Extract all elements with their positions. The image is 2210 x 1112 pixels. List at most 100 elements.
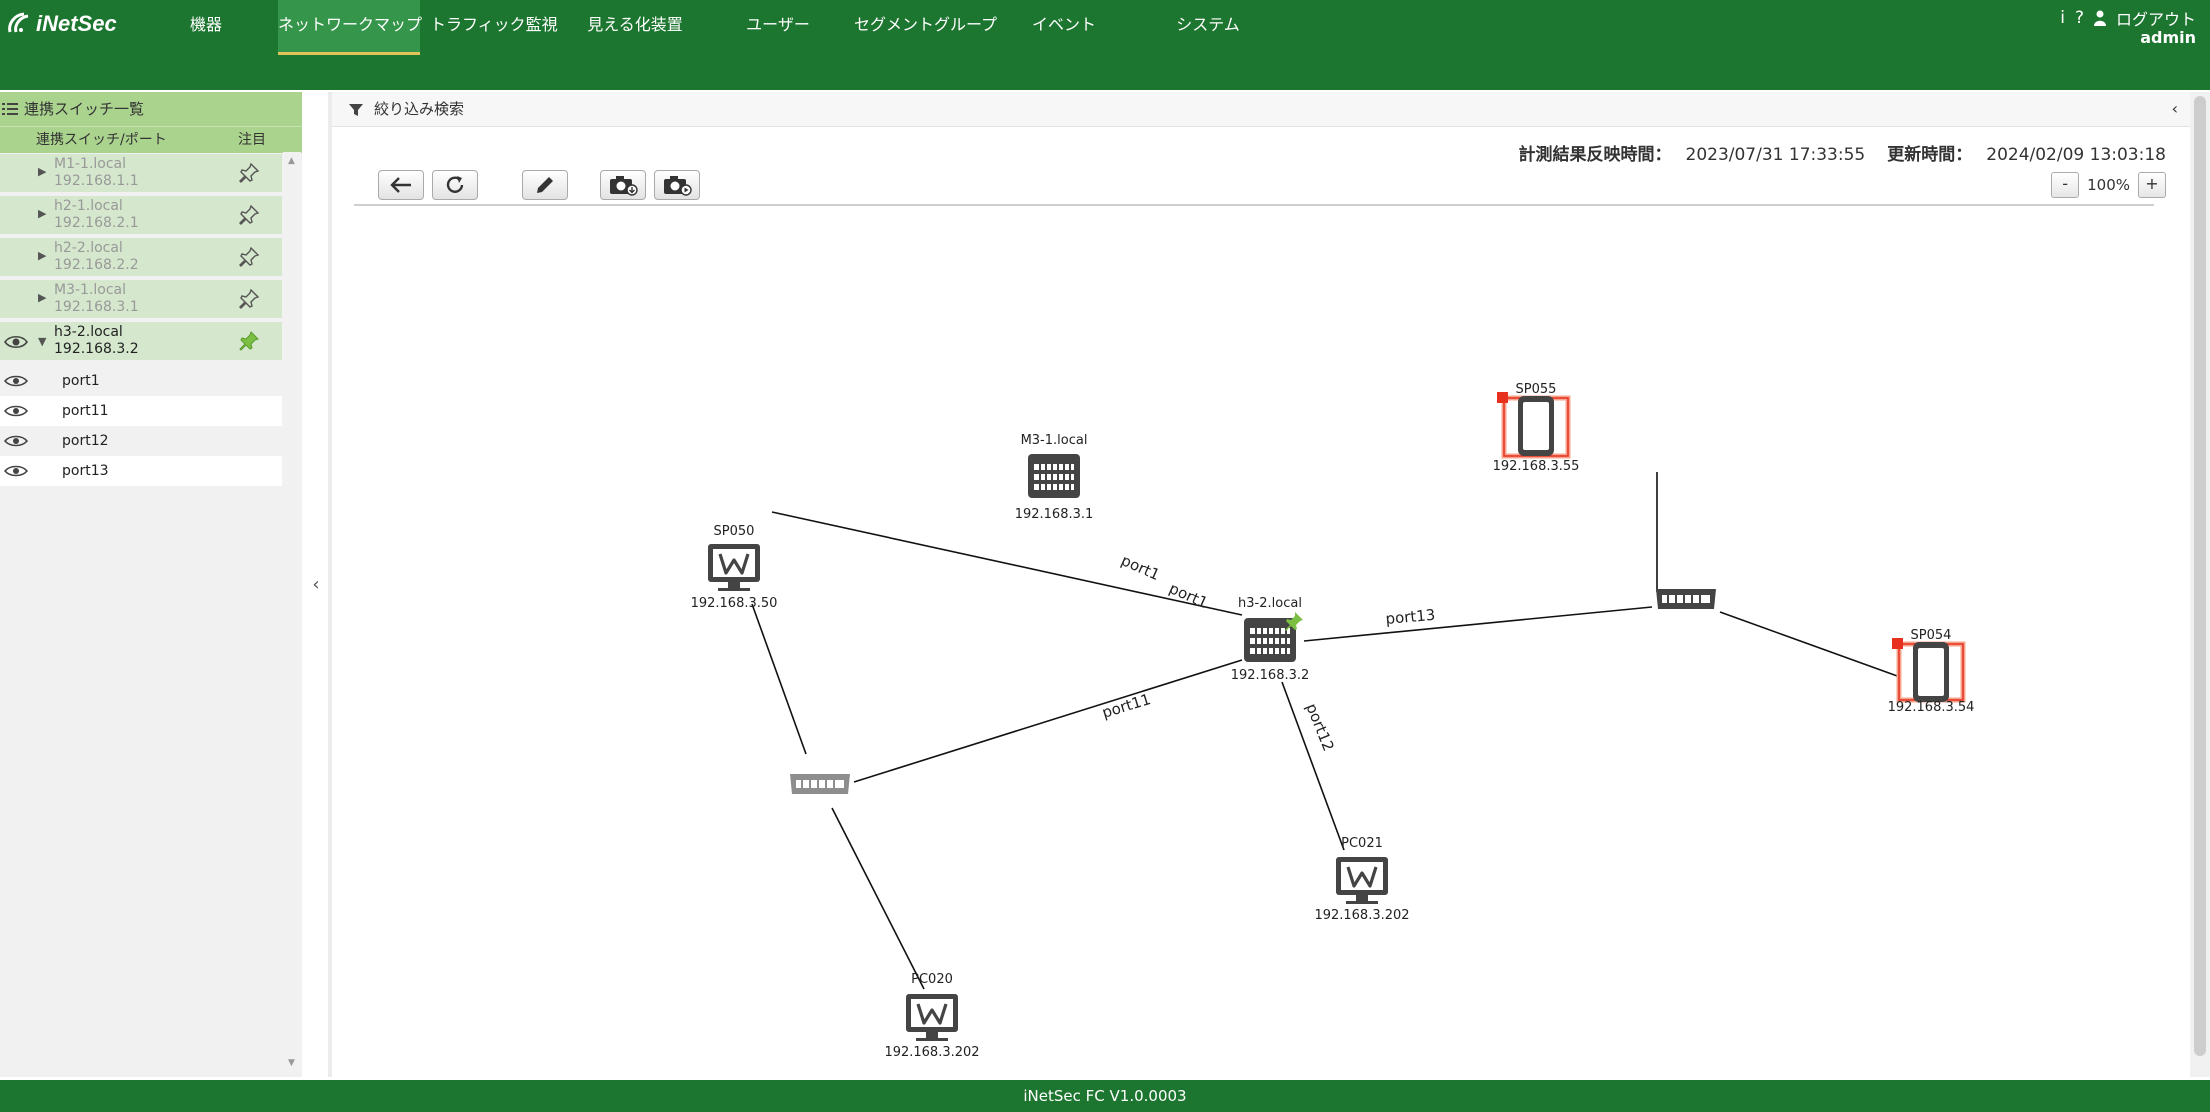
port-name: port12 [62, 433, 109, 449]
nav-item-system[interactable]: システム [1176, 0, 1240, 52]
sidebar-scrollbar[interactable]: ▲ ▼ [283, 152, 301, 1072]
column-watch: 注目 [238, 132, 266, 148]
pin-icon[interactable] [238, 204, 260, 226]
switch-name: h2-1.local [54, 198, 123, 214]
node-h32[interactable]: h3-2.local 192.168.3.2 [1231, 596, 1310, 683]
node-pc021[interactable]: PC021 192.168.3.202 [1314, 836, 1409, 923]
alert-badge [1892, 638, 1903, 649]
port-row-port13[interactable]: port13 [0, 456, 282, 486]
nav-item-network-map[interactable]: ネットワークマップ [278, 0, 422, 55]
header-actions: i ? ログアウト admin [2060, 6, 2196, 47]
help-icon[interactable]: ? [2075, 8, 2084, 28]
hub-icon [789, 773, 851, 795]
eye-icon[interactable] [4, 434, 28, 448]
switch-name: M1-1.local [54, 156, 127, 172]
network-map-panel: 絞り込み検索 ‹ 計測結果反映時間： 2023/07/31 17:33:55 更新時… [332, 92, 2190, 1077]
smartphone-icon [1913, 642, 1949, 702]
switch-row-h2-1[interactable]: ▶ h2-1.local 192.168.2.1 [0, 196, 282, 238]
link-label-port11: port11 [1100, 690, 1153, 722]
port-name: port11 [62, 403, 109, 419]
pin-icon-active [1285, 612, 1303, 631]
node-ip: 192.168.3.55 [1493, 459, 1580, 474]
link-hub-left-pc020[interactable] [831, 807, 925, 990]
pin-icon-active[interactable] [238, 330, 260, 352]
switch-row-h2-2[interactable]: ▶ h2-2.local 192.168.2.2 [0, 238, 282, 280]
node-label: PC020 [911, 972, 953, 987]
switch-name: h3-2.local [54, 324, 123, 340]
switch-name: M3-1.local [54, 282, 127, 298]
list-icon [2, 103, 18, 115]
scroll-down-icon[interactable]: ▼ [288, 1058, 295, 1068]
pin-icon[interactable] [238, 246, 260, 268]
switch-row-m3-1[interactable]: ▶ M3-1.local 192.168.3.1 [0, 280, 282, 322]
pc-icon [1334, 855, 1390, 906]
hub-icon [1655, 588, 1717, 610]
column-switch-port: 連携スイッチ/ポート [36, 132, 167, 148]
link-h32-hub-left[interactable] [853, 659, 1243, 783]
current-user: admin [2140, 28, 2196, 47]
port-row-port1[interactable]: port1 [0, 366, 282, 396]
switch-ip: 192.168.3.2 [54, 341, 139, 357]
port-name: port13 [62, 463, 109, 479]
switch-sidebar: 連携スイッチ一覧 連携スイッチ/ポート 注目 ▶ M1-1.local 192.1… [0, 92, 302, 1077]
link-label-h32-port1: port1 [1166, 579, 1210, 612]
node-sp054[interactable]: SP054 192.168.3.54 [1888, 628, 1975, 715]
network-map-canvas[interactable]: port1 port1 port13 port11 port12 M3-1.lo… [332, 92, 2190, 1077]
logo-text: iNetSec [36, 11, 117, 36]
pin-icon[interactable] [238, 162, 260, 184]
node-m31[interactable]: M3-1.local 192.168.3.1 [1015, 433, 1094, 522]
link-hub-left-sp050[interactable] [751, 603, 807, 755]
node-ip: 192.168.3.1 [1015, 507, 1094, 522]
expand-arrow-icon[interactable]: ▶ [38, 291, 46, 304]
node-label: SP050 [714, 524, 755, 539]
switch-ip: 192.168.1.1 [54, 173, 139, 189]
node-hub-left[interactable] [789, 773, 851, 795]
nav-item-devices[interactable]: 機器 [178, 0, 234, 52]
scrollbar-thumb[interactable] [2194, 96, 2206, 1056]
inetsec-logo-icon [8, 12, 29, 33]
pin-icon[interactable] [238, 288, 260, 310]
switch-row-m1-1[interactable]: ▶ M1-1.local 192.168.1.1 [0, 154, 282, 196]
link-m31-h32[interactable] [771, 511, 1243, 616]
node-ip: 192.168.3.50 [691, 596, 778, 611]
node-pc020[interactable]: PC020 192.168.3.202 [884, 972, 979, 1060]
map-scrollbar[interactable] [2190, 92, 2210, 1077]
node-ip: 192.168.3.202 [1314, 908, 1409, 923]
nav-item-events[interactable]: イベント [1032, 0, 1096, 52]
switch-ip: 192.168.3.1 [54, 299, 139, 315]
eye-icon[interactable] [4, 404, 28, 418]
nav-item-users[interactable]: ユーザー [744, 0, 812, 52]
collapse-arrow-icon[interactable]: ▼ [38, 335, 46, 348]
eye-icon[interactable] [4, 374, 28, 388]
collapse-sidebar-icon[interactable]: ‹ [304, 574, 328, 595]
info-icon[interactable]: i [2060, 8, 2065, 28]
footer-version: iNetSec FC V1.0.0003 [0, 1080, 2210, 1112]
app-logo[interactable]: iNetSec [4, 10, 117, 38]
link-label-port13: port13 [1385, 606, 1436, 628]
link-label-m31-port1: port1 [1118, 551, 1162, 584]
pc-icon [904, 992, 960, 1043]
switch-icon [1243, 617, 1297, 663]
switch-row-h3-2[interactable]: ▼ h3-2.local 192.168.3.2 [0, 322, 282, 364]
link-hub-right-sp054[interactable] [1719, 611, 1901, 678]
node-sp055[interactable]: SP055 192.168.3.55 [1493, 382, 1580, 474]
node-label: h3-2.local [1238, 596, 1302, 611]
expand-arrow-icon[interactable]: ▶ [38, 249, 46, 262]
expand-arrow-icon[interactable]: ▶ [38, 207, 46, 220]
logout-link[interactable]: ログアウト [2116, 6, 2196, 30]
link-h32-hub-right[interactable] [1303, 606, 1653, 642]
sidebar-column-headers: 連携スイッチ/ポート 注目 [0, 126, 302, 153]
eye-icon[interactable] [4, 464, 28, 478]
node-hub-right[interactable] [1655, 588, 1717, 610]
port-row-port11[interactable]: port11 [0, 396, 282, 426]
expand-arrow-icon[interactable]: ▶ [38, 165, 46, 178]
scroll-up-icon[interactable]: ▲ [288, 156, 295, 166]
nav-item-visualization-device[interactable]: 見える化装置 [584, 0, 686, 52]
nav-item-traffic-monitor[interactable]: トラフィック監視 [430, 0, 558, 52]
node-ip: 192.168.3.2 [1231, 668, 1310, 683]
link-label-port12: port12 [1302, 701, 1337, 754]
nav-item-segment-group[interactable]: セグメントグループ [854, 0, 997, 52]
node-sp050[interactable]: SP050 192.168.3.50 [691, 524, 778, 611]
eye-icon[interactable] [4, 334, 28, 350]
port-row-port12[interactable]: port12 [0, 426, 282, 456]
